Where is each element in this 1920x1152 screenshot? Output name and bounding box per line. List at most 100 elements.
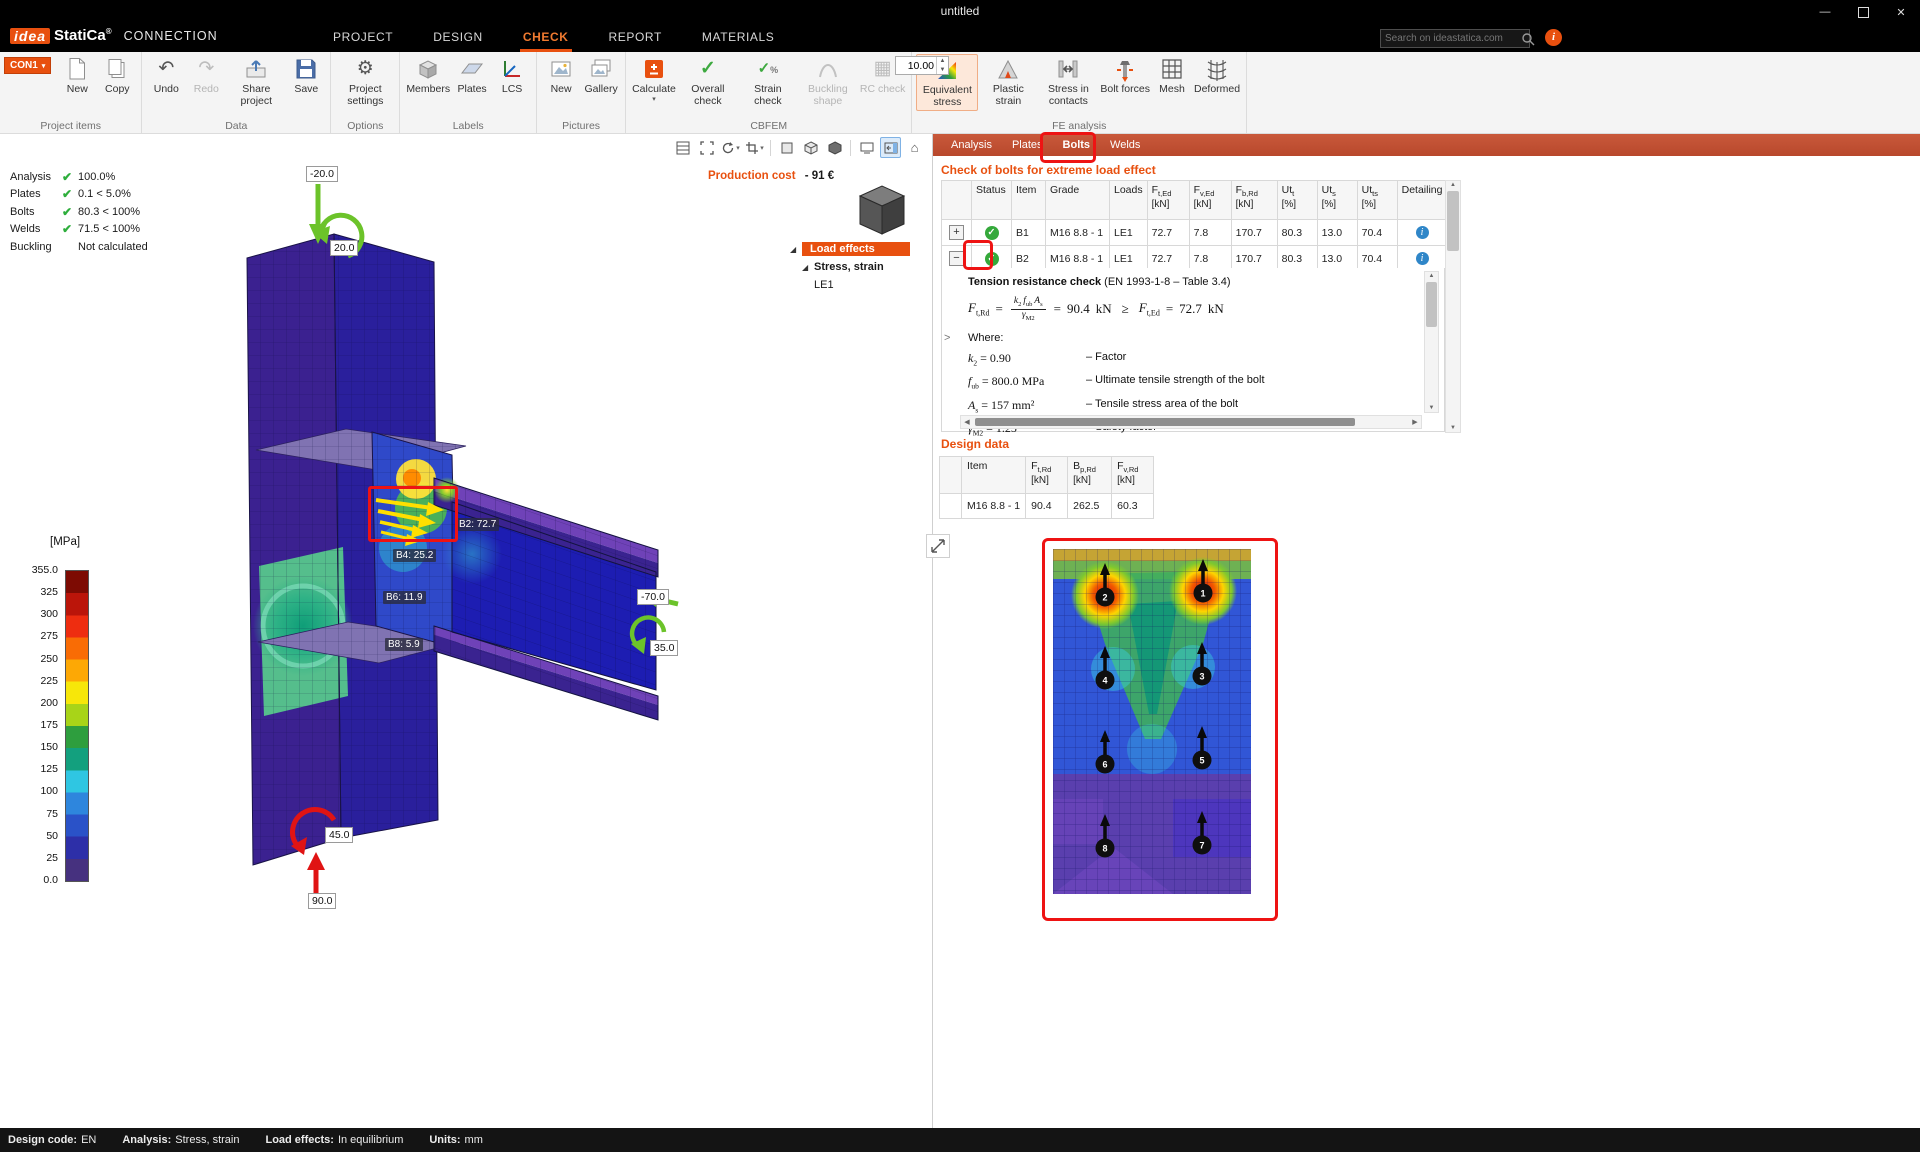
tree-expand-icon[interactable]: ◢ xyxy=(802,263,814,272)
statusbar: Design code:EN Analysis:Stress, strain L… xyxy=(0,1128,1920,1152)
check-detail-panel: > Tension resistance check (EN 1993-1-8 … xyxy=(941,268,1445,432)
production-cost: Production cost - 91 € xyxy=(708,170,834,182)
rc-check-icon: ▦ xyxy=(870,56,896,82)
detail-expander[interactable]: > xyxy=(944,332,950,344)
detail-vertical-scrollbar[interactable]: ▲ ▼ xyxy=(1424,271,1439,413)
lcs-labels-button[interactable]: LCS xyxy=(492,54,532,97)
save-button[interactable]: Save xyxy=(286,54,326,97)
plastic-strain-button[interactable]: Plastic strain xyxy=(978,54,1038,109)
wireframe-icon[interactable] xyxy=(672,137,693,158)
where-row: k2 = 0.90– Factor xyxy=(968,351,1422,367)
help-info-button[interactable]: i xyxy=(1545,29,1562,46)
plastic-strain-icon xyxy=(995,56,1021,82)
scale-spinner-input[interactable] xyxy=(896,57,936,74)
table-row-b1[interactable]: + ✓ B1 M16 8.8 - 1 LE1 72.7 7.8 170.7 80… xyxy=(942,220,1447,246)
search-input[interactable] xyxy=(1381,33,1521,44)
strain-check-button[interactable]: ✓% Strain check xyxy=(738,54,798,109)
menubar: idea StatiCa® CONNECTION PROJECT DESIGN … xyxy=(0,24,1920,52)
menu-design[interactable]: DESIGN xyxy=(430,24,486,52)
calculate-icon xyxy=(641,56,667,82)
undo-button[interactable]: ↶ Undo xyxy=(146,54,186,97)
members-labels-button[interactable]: Members xyxy=(404,54,452,97)
logo-idea: idea xyxy=(10,28,50,44)
spinner-up-icon[interactable]: ▲ xyxy=(937,57,948,66)
ribbon: CON1▾ New Copy Project items ↶ Undo xyxy=(0,52,1920,134)
con1-item-dropdown[interactable]: CON1▾ xyxy=(4,57,51,74)
contact-stress-icon xyxy=(1055,56,1081,82)
redo-button[interactable]: ↷ Redo xyxy=(186,54,226,97)
tree-expand-icon[interactable]: ◢ xyxy=(790,245,802,254)
copy-item-button[interactable]: Copy xyxy=(97,54,137,97)
ribbon-group-pictures: New Gallery Pictures xyxy=(537,52,626,133)
expand-row-button[interactable]: + xyxy=(949,225,964,240)
tab-plates[interactable]: Plates xyxy=(1002,134,1053,156)
maximize-button[interactable] xyxy=(1844,0,1882,24)
collapse-row-button[interactable]: − xyxy=(949,251,964,266)
ribbon-group-project-items: CON1▾ New Copy Project items xyxy=(0,52,142,133)
new-picture-button[interactable]: New xyxy=(541,54,581,97)
status-analysis-type: Analysis:Stress, strain xyxy=(122,1134,239,1146)
calculate-dropdown-arrow[interactable]: ▾ xyxy=(652,96,656,104)
view-iso-icon[interactable] xyxy=(800,137,821,158)
scale-spinner[interactable]: ▲▼ xyxy=(895,56,949,75)
new-item-button[interactable]: New xyxy=(57,54,97,97)
overall-check-button[interactable]: ✓ Overall check xyxy=(678,54,738,109)
view-front-icon[interactable] xyxy=(776,137,797,158)
close-button[interactable]: ✕ xyxy=(1882,0,1920,24)
svg-text:5: 5 xyxy=(1199,756,1204,766)
fit-view-icon[interactable] xyxy=(696,137,717,158)
clipping-icon[interactable]: ▾ xyxy=(744,137,765,158)
tab-welds[interactable]: Welds xyxy=(1100,134,1150,156)
gallery-button[interactable]: Gallery xyxy=(581,54,621,97)
screenshot-icon[interactable] xyxy=(856,137,877,158)
dock-right-icon[interactable] xyxy=(880,137,901,158)
design-data-heading: Design data xyxy=(941,437,1009,451)
stress-in-contacts-button[interactable]: Stress in contacts xyxy=(1038,54,1098,109)
copy-icon xyxy=(104,56,130,82)
search-icon[interactable] xyxy=(1521,32,1535,46)
svg-text:1: 1 xyxy=(1200,589,1205,599)
bolt-stress-image[interactable]: 2 1 4 3 6 5 8 7 xyxy=(1042,538,1278,921)
menu-report[interactable]: REPORT xyxy=(606,24,665,52)
navigation-cube[interactable] xyxy=(848,178,912,245)
menu-check[interactable]: CHECK xyxy=(520,24,572,52)
calculate-button[interactable]: Calculate ▾ xyxy=(630,54,678,105)
new-document-icon xyxy=(64,56,90,82)
tab-analysis[interactable]: Analysis xyxy=(941,134,1002,156)
tree-item-stress-strain[interactable]: Stress, strain xyxy=(814,261,884,273)
minimize-button[interactable]: ― xyxy=(1806,0,1844,24)
bolt-forces-button[interactable]: Bolt forces xyxy=(1098,54,1152,97)
mesh-button[interactable]: Mesh xyxy=(1152,54,1192,97)
spinner-down-icon[interactable]: ▼ xyxy=(937,66,948,75)
design-header-row: Item Ft,Rd[kN] Bp,Rd[kN] Fv,Rd[kN] xyxy=(940,457,1154,494)
scale-unit-label: [MPa] xyxy=(50,536,80,548)
app-logo: idea StatiCa® CONNECTION xyxy=(10,27,218,44)
redo-icon: ↷ xyxy=(193,56,219,82)
detailing-info-icon[interactable]: i xyxy=(1416,226,1429,239)
expand-picture-button[interactable] xyxy=(926,534,950,558)
search-box[interactable] xyxy=(1380,29,1530,48)
logo-appname: CONNECTION xyxy=(124,29,218,43)
summary-row-analysis: Analysis✔100.0% xyxy=(10,168,148,186)
new-picture-icon xyxy=(548,56,574,82)
plates-labels-button[interactable]: Plates xyxy=(452,54,492,97)
view-solid-icon[interactable] xyxy=(824,137,845,158)
deformed-button[interactable]: Deformed xyxy=(1192,54,1242,97)
tab-bolts[interactable]: Bolts xyxy=(1053,134,1101,156)
detailing-info-icon[interactable]: i xyxy=(1416,252,1429,265)
home-view-icon[interactable]: ⌂ xyxy=(904,137,925,158)
results-vertical-scrollbar[interactable]: ▲ ▼ xyxy=(1445,180,1461,433)
detail-horizontal-scrollbar[interactable]: ◀▶ xyxy=(960,415,1422,429)
viewport-3d[interactable]: ▾ ▾ ⌂ Analysis✔100.0% Plates✔0.1 < 5.0% … xyxy=(0,134,932,1128)
ribbon-group-data: ↶ Undo ↷ Redo Share project Save Data xyxy=(142,52,331,133)
project-settings-button[interactable]: ⚙ Project settings xyxy=(335,54,395,109)
tree-item-le1[interactable]: LE1 xyxy=(814,279,834,291)
design-data-row: M16 8.8 - 1 90.4 262.5 60.3 xyxy=(940,494,1154,519)
members-icon xyxy=(415,56,441,82)
buckling-shape-button[interactable]: Buckling shape xyxy=(798,54,858,109)
share-project-button[interactable]: Share project xyxy=(226,54,286,109)
tree-item-load-effects[interactable]: Load effects xyxy=(802,242,910,256)
menu-project[interactable]: PROJECT xyxy=(330,24,396,52)
menu-materials[interactable]: MATERIALS xyxy=(699,24,778,52)
rotate-view-icon[interactable]: ▾ xyxy=(720,137,741,158)
